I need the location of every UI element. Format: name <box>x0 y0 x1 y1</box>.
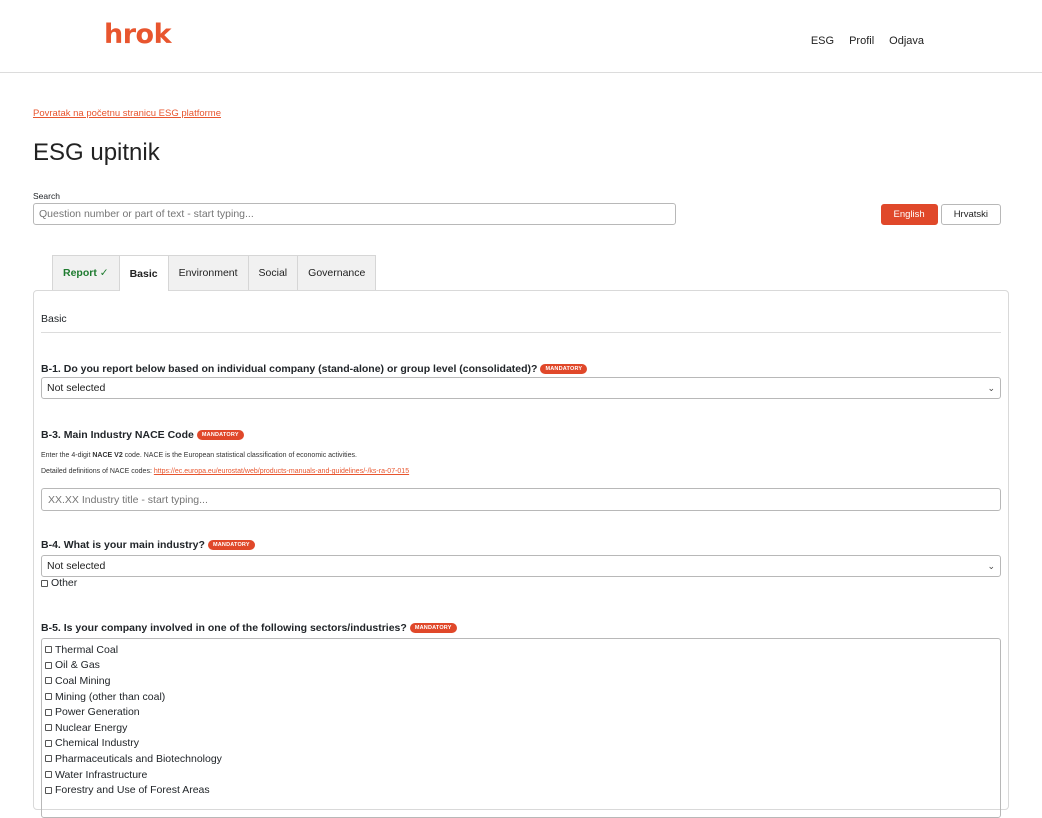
question-b3-nace-input[interactable] <box>41 488 1001 511</box>
tab-basic[interactable]: Basic <box>118 255 169 291</box>
question-b1-selected: Not selected <box>47 382 106 394</box>
language-english-button[interactable]: English <box>880 204 938 225</box>
sector-option[interactable]: Pharmaceuticals and Biotechnology <box>45 751 997 767</box>
checkbox[interactable] <box>45 708 52 716</box>
question-b3-help-1: Enter the 4-digit NACE V2 code. NACE is … <box>41 452 357 459</box>
checkbox[interactable] <box>45 661 52 669</box>
mandatory-badge: MANDATORY <box>207 540 255 550</box>
chevron-down-icon: ⌄ <box>987 382 995 393</box>
question-b1-title: B-1. Do you report below based on indivi… <box>41 363 588 375</box>
checkbox[interactable] <box>45 786 52 794</box>
question-b4-other-option[interactable]: Other <box>41 577 77 589</box>
search-label: Search <box>33 191 60 201</box>
sector-option[interactable]: Mining (other than coal) <box>45 689 997 705</box>
sector-option[interactable]: Nuclear Energy <box>45 720 997 736</box>
tab-environment[interactable]: Environment <box>167 255 249 290</box>
checkbox[interactable] <box>41 579 48 587</box>
section-title: Basic <box>41 313 67 325</box>
hrok-logo[interactable]: hrok <box>104 20 172 50</box>
nav-profil[interactable]: Profil <box>849 35 874 47</box>
checkbox[interactable] <box>45 677 52 685</box>
question-b5-title: B-5. Is your company involved in one of … <box>41 622 457 634</box>
sector-option[interactable]: Coal Mining <box>45 673 997 689</box>
top-navbar: hrok ESG Profil Odjava <box>0 0 1042 73</box>
questions-panel: Basic B-1. Do you report below based on … <box>33 290 1009 818</box>
section-divider <box>41 332 1001 333</box>
checkbox[interactable] <box>45 646 52 654</box>
language-hrvatski-button[interactable]: Hrvatski <box>940 204 1001 225</box>
sector-option[interactable]: Chemical Industry <box>45 736 997 752</box>
question-b4-selected: Not selected <box>47 560 106 572</box>
mandatory-badge: MANDATORY <box>540 364 588 374</box>
sector-option[interactable]: Oil & Gas <box>45 658 997 674</box>
sector-option[interactable]: Water Infrastructure <box>45 767 997 783</box>
nav-odjava[interactable]: Odjava <box>889 35 924 47</box>
tab-bar: Report ✓ Basic Environment Social Govern… <box>52 255 377 291</box>
question-b3-text: B-3. Main Industry NACE Code <box>41 429 194 441</box>
checkbox[interactable] <box>45 771 52 779</box>
checkbox[interactable] <box>45 739 52 747</box>
search-input[interactable] <box>33 203 676 225</box>
mandatory-badge: MANDATORY <box>196 430 244 440</box>
tab-social[interactable]: Social <box>247 255 299 290</box>
question-b4-other-label: Other <box>51 577 78 589</box>
nace-definitions-link[interactable]: https://ec.europa.eu/eurostat/web/produc… <box>154 468 409 475</box>
checkbox[interactable] <box>45 755 52 763</box>
question-b4-title: B-4. What is your main industry? MANDATO… <box>41 539 255 551</box>
back-link[interactable]: Povratak na početnu stranicu ESG platfor… <box>33 108 221 119</box>
question-b5-sector-list[interactable]: Thermal Coal Oil & Gas Coal Mining Minin… <box>41 638 1001 818</box>
checkbox[interactable] <box>45 724 52 732</box>
question-b5-text: B-5. Is your company involved in one of … <box>41 622 407 634</box>
question-b4-text: B-4. What is your main industry? <box>41 539 205 551</box>
tab-report[interactable]: Report ✓ <box>52 255 120 290</box>
nav-esg[interactable]: ESG <box>811 35 834 47</box>
question-b1-text: B-1. Do you report below based on indivi… <box>41 363 538 375</box>
sector-option[interactable]: Power Generation <box>45 704 997 720</box>
question-b3-help-2: Detailed definitions of NACE codes: http… <box>41 468 410 475</box>
top-nav: ESG Profil Odjava <box>811 35 924 47</box>
sector-option[interactable]: Thermal Coal <box>45 642 997 658</box>
question-b4-select[interactable]: Not selected ⌄ <box>41 555 1001 577</box>
page-title: ESG upitnik <box>33 139 160 166</box>
sector-option[interactable]: Forestry and Use of Forest Areas <box>45 782 997 798</box>
chevron-down-icon: ⌄ <box>987 560 995 571</box>
tab-governance[interactable]: Governance <box>297 255 377 290</box>
mandatory-badge: MANDATORY <box>409 623 457 633</box>
question-b1-select[interactable]: Not selected ⌄ <box>41 377 1001 399</box>
checkbox[interactable] <box>45 693 52 701</box>
language-switch: English Hrvatski <box>880 204 1001 225</box>
question-b3-title: B-3. Main Industry NACE Code MANDATORY <box>41 429 244 441</box>
